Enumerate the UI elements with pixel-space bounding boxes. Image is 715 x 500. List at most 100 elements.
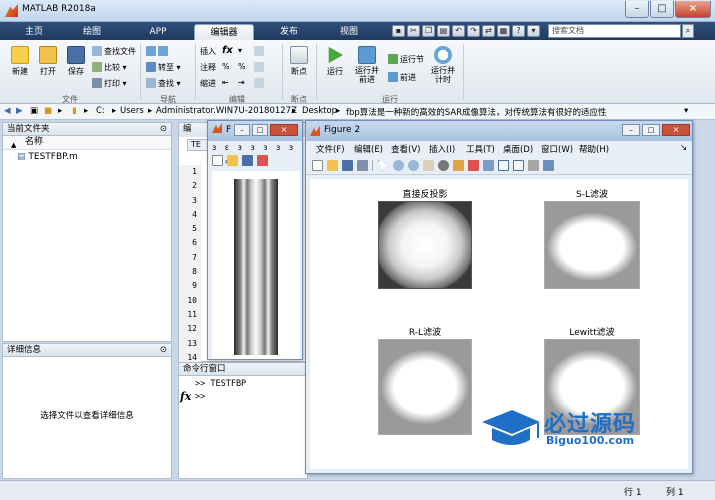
column-header-name[interactable]: ▲ 名称 (3, 136, 171, 150)
tab-plots[interactable]: 绘图 (68, 24, 116, 40)
maximize-button[interactable]: □ (650, 1, 674, 18)
search-documentation-input[interactable]: 搜索文档 (548, 24, 681, 38)
quick-more-icon[interactable]: ▾ (527, 25, 540, 37)
format-icon[interactable] (254, 78, 266, 88)
brush-icon[interactable] (257, 155, 268, 166)
new-figure-icon[interactable] (312, 160, 323, 171)
indent-button[interactable]: 缩进 (200, 78, 216, 89)
run-section-button[interactable]: 运行节 (388, 54, 424, 65)
path-segment[interactable]: Desktop (302, 106, 337, 116)
line-number[interactable]: 3 (179, 194, 201, 208)
path-segment[interactable]: Users (120, 106, 144, 116)
line-number[interactable]: 7 (179, 251, 201, 265)
line-number[interactable]: 4 (179, 208, 201, 222)
tab-editor[interactable]: 编辑器 (194, 24, 254, 40)
menu-view[interactable]: 查看(V) (391, 143, 420, 155)
percent-comment-button[interactable]: % (222, 62, 230, 71)
save-figure-icon[interactable] (342, 160, 353, 171)
minimize-button[interactable]: – (625, 1, 649, 18)
tab-publish[interactable]: 发布 (264, 24, 314, 40)
line-number[interactable]: 12 (179, 322, 201, 336)
smart-indent-icon[interactable] (254, 46, 266, 56)
hide-tools-icon[interactable] (528, 160, 539, 171)
pane-menu-icon[interactable]: ⊙ (160, 123, 167, 135)
tab-view[interactable]: 视图 (324, 24, 374, 40)
quick-paste-icon[interactable]: ▤ (437, 25, 450, 37)
print-button[interactable]: 打印 ▾ (92, 78, 127, 89)
path-segment[interactable]: fbp算法是一种新的高效的SAR成像算法，对传统算法有很好的适应性 (346, 106, 607, 118)
dropdown-icon[interactable]: ▸ (58, 106, 62, 116)
menu-insert[interactable]: 插入(I) (429, 143, 455, 155)
figure-2-minimize[interactable]: – (622, 124, 640, 136)
browse-folder-icon[interactable]: ■ (44, 106, 52, 116)
quick-help-icon[interactable]: ? (512, 25, 525, 37)
quick-layout-icon[interactable]: ▦ (497, 25, 510, 37)
menu-desktop[interactable]: 桌面(D) (503, 143, 533, 155)
fx-button[interactable]: fx (222, 45, 233, 56)
file-item[interactable]: ▤ TESTFBP.m (3, 150, 171, 164)
line-number[interactable]: 11 (179, 308, 201, 322)
run-and-time-button[interactable]: 运行并 计时 (428, 46, 458, 84)
insert-more-icon[interactable]: ▾ (238, 46, 242, 55)
print-figure-icon[interactable] (357, 160, 368, 171)
command-window-body[interactable]: >> TESTFBP fx >> (178, 376, 308, 479)
line-number[interactable]: 1 (179, 165, 201, 179)
path-segment[interactable]: C: (96, 106, 105, 116)
link-plot-icon[interactable] (483, 160, 494, 171)
figure-window-small[interactable]: F – □ × ɜ ɛ ɜ ɜ ɜ ɜ ɜ ɜ › (207, 120, 303, 360)
find-button[interactable]: 查找 ▾ (146, 78, 181, 89)
run-advance-button[interactable]: 运行并 前进 (352, 46, 382, 84)
run-button[interactable]: 运行 (322, 46, 348, 77)
menu-tools[interactable]: 工具(T) (466, 143, 495, 155)
menu-dock-icon[interactable]: ↘ (680, 143, 687, 153)
pan-hand-icon[interactable] (423, 160, 434, 171)
figure-2-maximize[interactable]: □ (642, 124, 660, 136)
tab-apps[interactable]: APP (134, 24, 182, 40)
zoom-out-icon[interactable] (408, 160, 419, 171)
figure-small-menubar[interactable]: ɜ ɛ ɜ ɜ ɜ ɜ ɜ ɜ › (208, 141, 302, 166)
save-icon[interactable] (242, 155, 253, 166)
figure-small-minimize[interactable]: – (234, 124, 250, 136)
indent-right-icon[interactable]: ⇥ (238, 78, 245, 87)
wrap-comment-icon[interactable] (254, 62, 266, 72)
back-icon[interactable]: ◀ (4, 106, 11, 116)
show-tools-icon[interactable] (543, 160, 554, 171)
quick-copy-icon[interactable]: ❐ (422, 25, 435, 37)
open-icon[interactable] (227, 155, 238, 166)
line-number[interactable]: 5 (179, 222, 201, 236)
compare-button[interactable]: 比较 ▾ (92, 62, 127, 73)
figure-2-close[interactable]: × (662, 124, 690, 136)
forward-icon[interactable]: ▶ (16, 106, 23, 116)
tab-home[interactable]: 主页 (12, 24, 56, 40)
figure-small-maximize[interactable]: □ (252, 124, 268, 136)
fx-icon[interactable]: fx (180, 390, 191, 403)
path-segment[interactable]: Administrator.WIN7U-20180127Z (156, 106, 297, 116)
menu-edit[interactable]: 编辑(E) (354, 143, 383, 155)
line-number[interactable]: 2 (179, 179, 201, 193)
quick-undo-icon[interactable]: ↶ (452, 25, 465, 37)
up-folder-icon[interactable]: ▣ (30, 106, 38, 116)
quick-redo-icon[interactable]: ↷ (467, 25, 480, 37)
line-number[interactable]: 6 (179, 236, 201, 250)
line-number[interactable]: 9 (179, 279, 201, 293)
rotate-3d-icon[interactable] (438, 160, 449, 171)
menu-file[interactable]: 文件(F) (316, 143, 345, 155)
quick-switch-icon[interactable]: ⇄ (482, 25, 495, 37)
indent-left-icon[interactable]: ⇤ (222, 78, 229, 87)
line-number[interactable]: 8 (179, 265, 201, 279)
goto-button[interactable]: 转至 ▾ (146, 62, 181, 73)
insert-button[interactable]: 插入 (200, 46, 216, 57)
close-button[interactable]: × (675, 1, 711, 18)
new-figure-icon[interactable] (212, 155, 223, 166)
brush-icon[interactable] (468, 160, 479, 171)
find-files-button[interactable]: 查找文件 (92, 46, 136, 57)
figure-small-close[interactable]: × (270, 124, 298, 136)
comment-button[interactable]: 注释 (200, 62, 216, 73)
line-number[interactable]: 13 (179, 337, 201, 351)
uncomment-icon[interactable]: % (238, 62, 246, 71)
save-button[interactable]: 保存 (62, 46, 90, 77)
legend-icon[interactable] (513, 160, 524, 171)
new-button[interactable]: 新建 (6, 46, 34, 77)
breakpoints-button[interactable]: 断点 (286, 46, 312, 77)
pointer-icon[interactable] (378, 160, 389, 171)
